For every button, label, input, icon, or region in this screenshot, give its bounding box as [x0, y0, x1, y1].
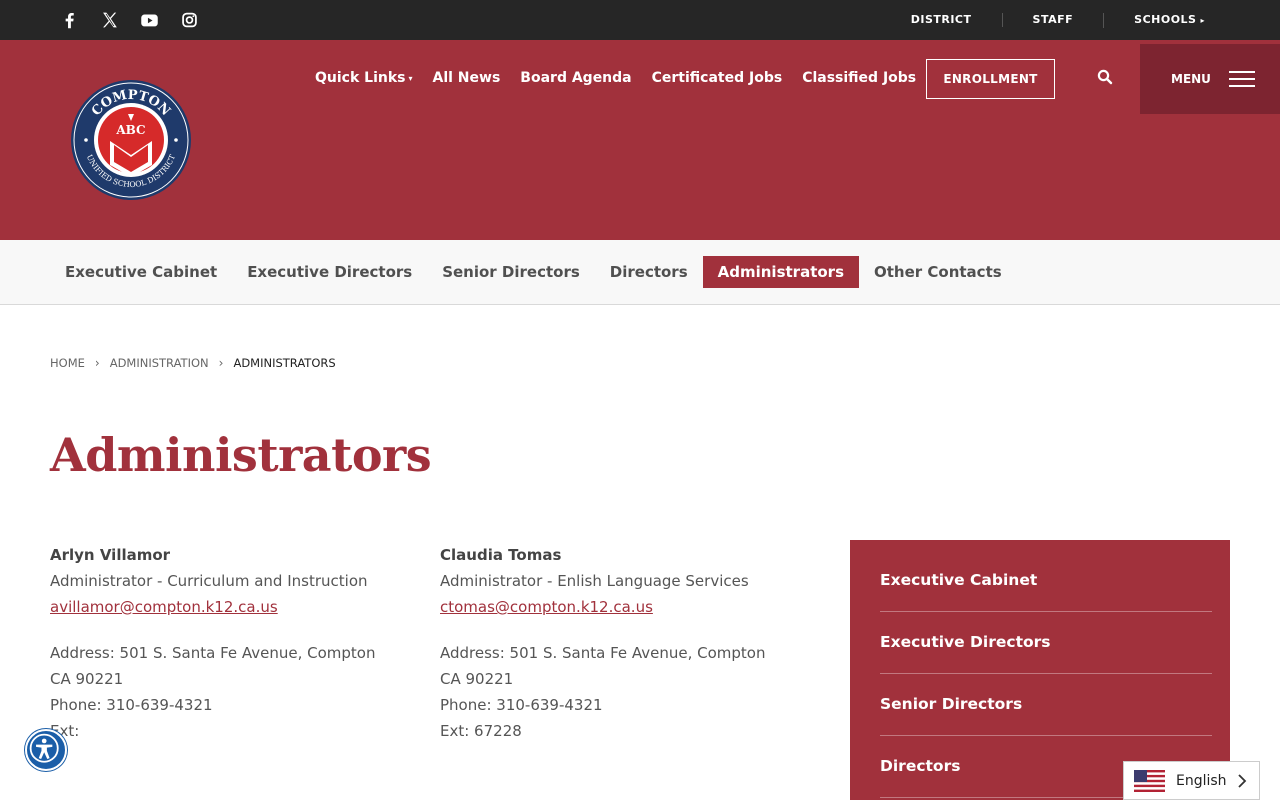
- x-twitter-icon[interactable]: [98, 9, 121, 31]
- subnav-executive-directors[interactable]: Executive Directors: [232, 256, 427, 288]
- search-icon[interactable]: [1094, 66, 1116, 88]
- staff-title: Administrator - Curriculum and Instructi…: [50, 572, 368, 590]
- section-subnav: Executive Cabinet Executive Directors Se…: [0, 240, 1280, 305]
- facebook-icon[interactable]: [58, 9, 81, 31]
- social-links: [58, 9, 201, 31]
- district-link[interactable]: DISTRICT: [881, 13, 1002, 27]
- staff-phone: Phone: 310-639-4321: [50, 696, 213, 714]
- accessibility-button[interactable]: [25, 729, 67, 771]
- staff-title: Administrator - Enlish Language Services: [440, 572, 749, 590]
- subnav-other-contacts[interactable]: Other Contacts: [859, 256, 1017, 288]
- breadcrumb-current: ADMINISTRATORS: [233, 356, 336, 370]
- utility-links: DISTRICT STAFF SCHOOLS ▸: [881, 0, 1235, 40]
- district-logo[interactable]: COMPTON UNIFIED SCHOOL DISTRICT ABC: [70, 79, 192, 201]
- subnav-senior-directors[interactable]: Senior Directors: [427, 256, 595, 288]
- chevron-right-icon: ›: [218, 356, 224, 370]
- subnav-administrators[interactable]: Administrators: [702, 256, 859, 288]
- svg-text:ABC: ABC: [115, 123, 145, 137]
- all-news-link[interactable]: All News: [433, 70, 501, 86]
- staff-ext: Ext: 67228: [440, 722, 522, 740]
- side-menu-executive-directors[interactable]: Executive Directors: [880, 612, 1212, 674]
- staff-email-link[interactable]: ctomas@compton.k12.ca.us: [440, 598, 653, 616]
- quick-links-menu[interactable]: Quick Links ▾: [315, 70, 413, 86]
- caret-down-icon: ▾: [408, 73, 413, 83]
- staff-link[interactable]: STAFF: [1001, 13, 1104, 27]
- page-title: Administrators: [50, 428, 432, 482]
- staff-card: Claudia Tomas Administrator - Enlish Lan…: [440, 542, 800, 744]
- side-menu-senior-directors[interactable]: Senior Directors: [880, 674, 1212, 736]
- chevron-right-icon: [1238, 774, 1247, 788]
- chevron-right-icon: ›: [94, 356, 100, 370]
- staff-name: Claudia Tomas: [440, 546, 562, 564]
- staff-address-line2: CA 90221: [440, 670, 514, 688]
- menu-label: MENU: [1171, 72, 1211, 86]
- breadcrumb: HOME › ADMINISTRATION › ADMINISTRATORS: [50, 356, 336, 370]
- language-selector[interactable]: English: [1123, 761, 1260, 800]
- top-utility-bar: DISTRICT STAFF SCHOOLS ▸: [0, 0, 1280, 40]
- logo-seal-icon: COMPTON UNIFIED SCHOOL DISTRICT ABC: [71, 80, 191, 200]
- breadcrumb-administration[interactable]: ADMINISTRATION: [110, 356, 209, 370]
- language-label: English: [1176, 772, 1227, 789]
- subnav-directors[interactable]: Directors: [595, 256, 703, 288]
- enrollment-button[interactable]: ENROLLMENT: [926, 59, 1055, 99]
- site-header: COMPTON UNIFIED SCHOOL DISTRICT ABC Quic…: [0, 40, 1280, 240]
- quick-links-label: Quick Links: [315, 70, 406, 86]
- staff-card: Arlyn Villamor Administrator - Curriculu…: [50, 542, 410, 744]
- classified-jobs-link[interactable]: Classified Jobs: [802, 70, 916, 86]
- certificated-jobs-link[interactable]: Certificated Jobs: [652, 70, 783, 86]
- staff-address-line1: Address: 501 S. Santa Fe Avenue, Compton: [50, 644, 376, 662]
- staff-ext: Ext:: [50, 722, 80, 740]
- staff-phone: Phone: 310-639-4321: [440, 696, 603, 714]
- staff-name: Arlyn Villamor: [50, 546, 171, 564]
- main-nav: Quick Links ▾ All News Board Agenda Certi…: [315, 70, 916, 86]
- side-menu-executive-cabinet[interactable]: Executive Cabinet: [880, 550, 1212, 612]
- staff-email-link[interactable]: avillamor@compton.k12.ca.us: [50, 598, 278, 616]
- us-flag-icon: [1134, 769, 1165, 792]
- youtube-icon[interactable]: [138, 9, 161, 31]
- subnav-executive-cabinet[interactable]: Executive Cabinet: [50, 256, 232, 288]
- schools-label: SCHOOLS: [1134, 12, 1197, 26]
- instagram-icon[interactable]: [178, 9, 201, 31]
- breadcrumb-home[interactable]: HOME: [50, 356, 85, 370]
- accessibility-icon: [29, 733, 59, 763]
- staff-address-line2: CA 90221: [50, 670, 124, 688]
- menu-button[interactable]: MENU: [1140, 44, 1280, 114]
- schools-link[interactable]: SCHOOLS ▸: [1103, 12, 1235, 28]
- hamburger-icon: [1228, 71, 1255, 87]
- staff-address-line1: Address: 501 S. Santa Fe Avenue, Compton: [440, 644, 766, 662]
- caret-right-icon: ▸: [1200, 15, 1205, 25]
- board-agenda-link[interactable]: Board Agenda: [520, 70, 631, 86]
